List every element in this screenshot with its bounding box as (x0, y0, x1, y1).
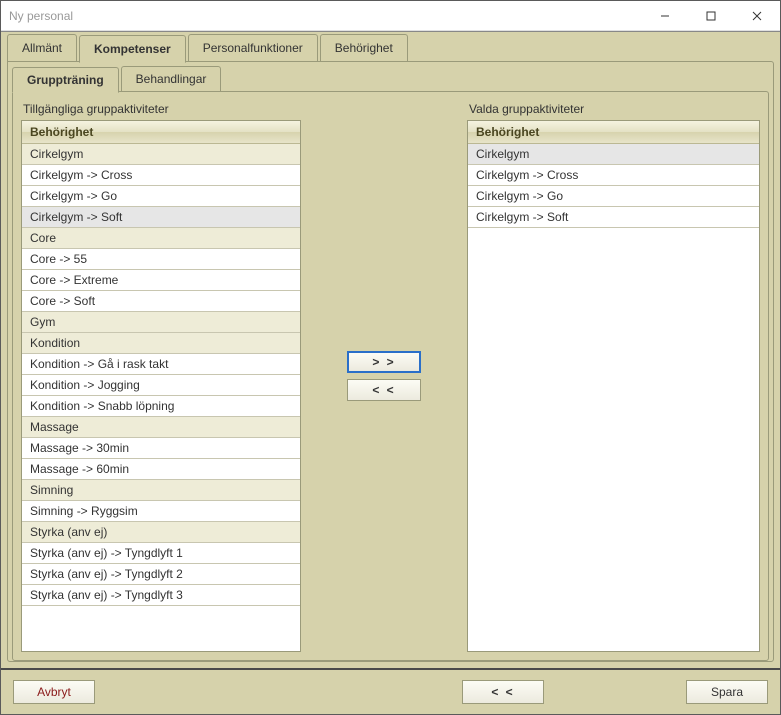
window: Ny personal AllmäntKompetenserPersonalfu… (0, 0, 781, 715)
sub-tabstrip: GruppträningBehandlingar (12, 66, 769, 92)
list-item[interactable]: Cirkelgym -> Go (468, 186, 759, 207)
list-item[interactable]: Massage (22, 417, 300, 438)
list-item[interactable]: Cirkelgym (468, 144, 759, 165)
list-item[interactable]: Styrka (anv ej) -> Tyngdlyft 1 (22, 543, 300, 564)
selected-list-header[interactable]: Behörighet (468, 121, 759, 144)
main-tab-panel: GruppträningBehandlingar Tillgängliga gr… (7, 61, 774, 662)
move-buttons-column: > > < < (309, 100, 459, 652)
close-button[interactable] (734, 1, 780, 31)
list-item[interactable]: Cirkelgym -> Cross (468, 165, 759, 186)
list-item[interactable]: Kondition (22, 333, 300, 354)
content-area: AllmäntKompetenserPersonalfunktionerBehö… (1, 31, 780, 668)
list-item[interactable]: Kondition -> Gå i rask takt (22, 354, 300, 375)
available-column: Tillgängliga gruppaktiviteter Behörighet… (21, 100, 301, 652)
main-tabstrip: AllmäntKompetenserPersonalfunktionerBehö… (7, 34, 774, 62)
sub-tab-panel: Tillgängliga gruppaktiviteter Behörighet… (12, 91, 769, 661)
available-listbox[interactable]: Behörighet CirkelgymCirkelgym -> CrossCi… (21, 120, 301, 652)
selected-title: Valda gruppaktiviteter (467, 100, 760, 120)
cancel-button[interactable]: Avbryt (13, 680, 95, 704)
tab-kompetenser[interactable]: Kompetenser (79, 35, 186, 63)
list-item[interactable]: Kondition -> Snabb löpning (22, 396, 300, 417)
list-item[interactable]: Cirkelgym -> Go (22, 186, 300, 207)
save-button[interactable]: Spara (686, 680, 768, 704)
selected-listbox[interactable]: Behörighet CirkelgymCirkelgym -> CrossCi… (467, 120, 760, 652)
list-item[interactable]: Simning -> Ryggsim (22, 501, 300, 522)
list-item[interactable]: Cirkelgym (22, 144, 300, 165)
list-item[interactable]: Core -> Extreme (22, 270, 300, 291)
available-list-header[interactable]: Behörighet (22, 121, 300, 144)
list-item[interactable]: Kondition -> Jogging (22, 375, 300, 396)
remove-button[interactable]: < < (347, 379, 421, 401)
list-item[interactable]: Core -> Soft (22, 291, 300, 312)
subtab-gruppträning[interactable]: Gruppträning (12, 67, 119, 93)
list-item[interactable]: Cirkelgym -> Soft (468, 207, 759, 228)
minimize-button[interactable] (642, 1, 688, 31)
available-title: Tillgängliga gruppaktiviteter (21, 100, 301, 120)
selected-column: Valda gruppaktiviteter Behörighet Cirkel… (467, 100, 760, 652)
window-title: Ny personal (9, 9, 642, 23)
add-button[interactable]: > > (347, 351, 421, 373)
list-item[interactable]: Simning (22, 480, 300, 501)
list-item[interactable]: Gym (22, 312, 300, 333)
list-item[interactable]: Core (22, 228, 300, 249)
list-item[interactable]: Styrka (anv ej) -> Tyngdlyft 3 (22, 585, 300, 606)
nav-prev-button[interactable]: < < (462, 680, 544, 704)
list-item[interactable]: Massage -> 30min (22, 438, 300, 459)
list-item[interactable]: Core -> 55 (22, 249, 300, 270)
tab-allmänt[interactable]: Allmänt (7, 34, 77, 62)
titlebar: Ny personal (1, 1, 780, 31)
bottom-bar: Avbryt < < Spara (1, 668, 780, 714)
list-item[interactable]: Styrka (anv ej) (22, 522, 300, 543)
list-item[interactable]: Cirkelgym -> Soft (22, 207, 300, 228)
tab-personalfunktioner[interactable]: Personalfunktioner (188, 34, 318, 62)
window-controls (642, 1, 780, 31)
list-item[interactable]: Massage -> 60min (22, 459, 300, 480)
list-item[interactable]: Styrka (anv ej) -> Tyngdlyft 2 (22, 564, 300, 585)
list-item[interactable]: Cirkelgym -> Cross (22, 165, 300, 186)
maximize-button[interactable] (688, 1, 734, 31)
tab-behörighet[interactable]: Behörighet (320, 34, 408, 62)
subtab-behandlingar[interactable]: Behandlingar (121, 66, 222, 92)
